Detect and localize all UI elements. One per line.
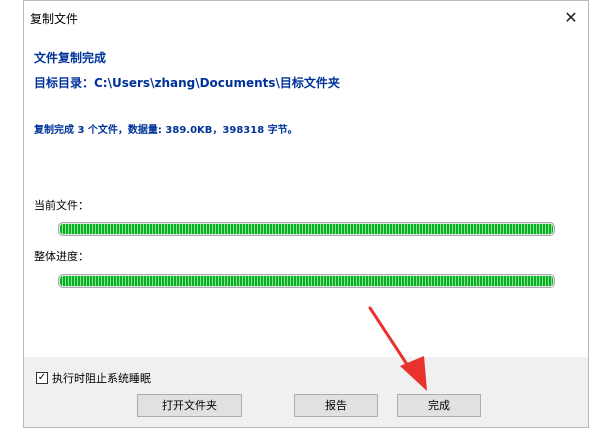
current-file-progress-bar (58, 222, 555, 236)
overall-progress-fill (60, 276, 553, 286)
overall-progress-bar (58, 274, 555, 288)
current-file-progress-fill (60, 224, 553, 234)
content-pane: 文件复制完成 目标目录：C:\Users\zhang\Documents\目标文… (24, 39, 588, 357)
copy-summary: 复制完成 3 个文件，数据量: 389.0KB，398318 字节。 (34, 125, 298, 136)
status-heading: 文件复制完成 (34, 51, 107, 65)
copy-dialog: 复制文件 ✕ 文件复制完成 目标目录：C:\Users\zhang\Docume… (23, 0, 589, 428)
title-bar: 复制文件 ✕ (24, 1, 588, 39)
report-button[interactable]: 报告 (294, 394, 378, 417)
current-file-label: 当前文件： (34, 199, 89, 212)
open-folder-button[interactable]: 打开文件夹 (137, 394, 242, 417)
close-icon[interactable]: ✕ (558, 5, 584, 31)
window-title: 复制文件 (30, 12, 79, 26)
overall-progress-label: 整体进度： (34, 250, 89, 263)
prevent-sleep-label: 执行时阻止系统睡眠 (52, 372, 151, 385)
done-button[interactable]: 完成 (397, 394, 481, 417)
prevent-sleep-checkbox[interactable]: ✓ (36, 372, 48, 384)
prevent-sleep-option[interactable]: ✓ 执行时阻止系统睡眠 (36, 371, 151, 385)
target-directory: 目标目录：C:\Users\zhang\Documents\目标文件夹 (34, 76, 340, 90)
